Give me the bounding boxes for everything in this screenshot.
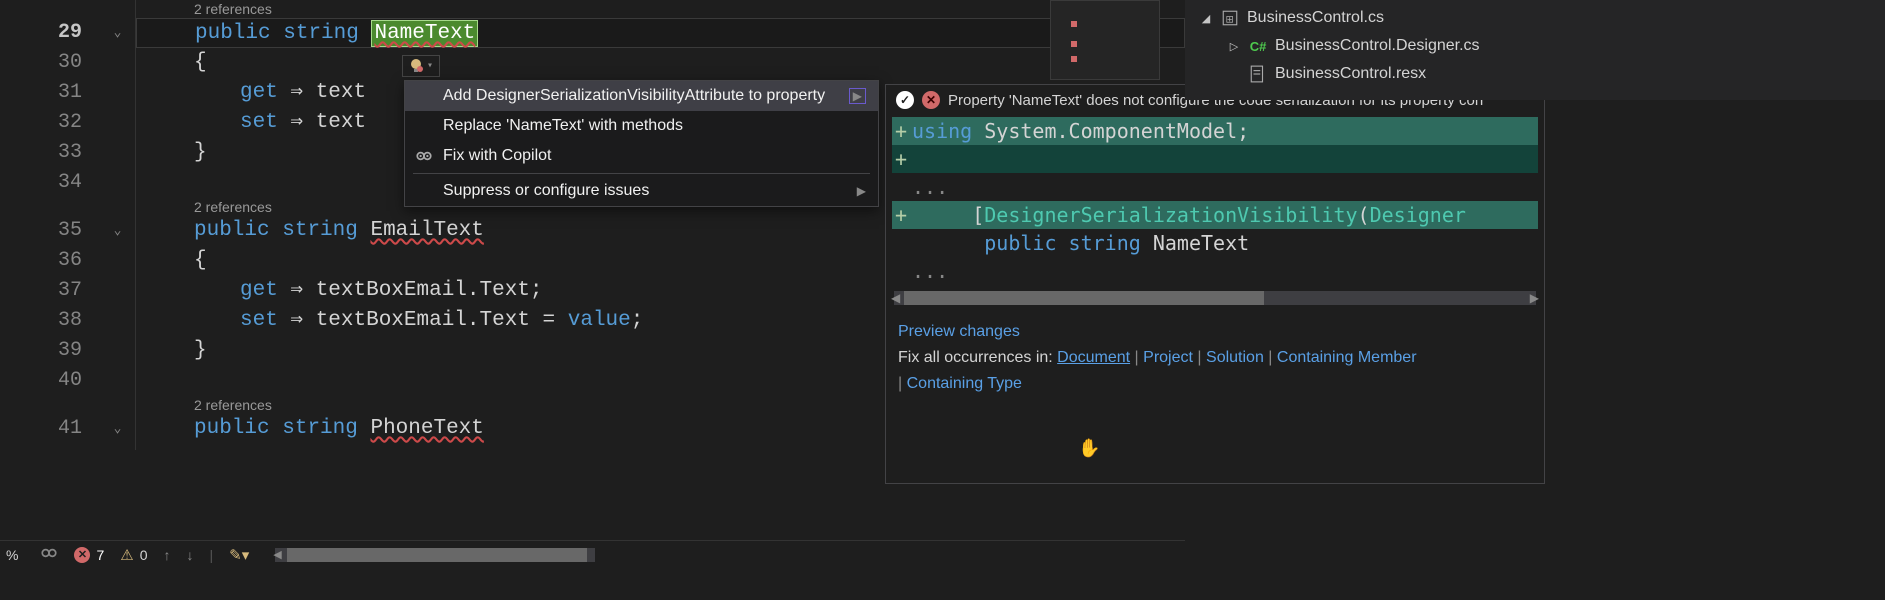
- csharp-file-icon: ⊞: [1221, 9, 1239, 27]
- resx-file-icon: [1249, 65, 1267, 83]
- line-number: 35: [0, 216, 82, 246]
- codelens[interactable]: 2 references: [136, 0, 1185, 18]
- reject-icon[interactable]: ✕: [922, 91, 940, 109]
- solution-item-label: BusinessControl.resx: [1275, 65, 1426, 83]
- line-number: 30: [0, 48, 82, 78]
- editor-horizontal-scrollbar[interactable]: ◀: [275, 548, 595, 562]
- menu-item-add-attribute[interactable]: Add DesignerSerializationVisibilityAttri…: [405, 81, 878, 111]
- preview-horizontal-scrollbar[interactable]: ◀▶: [894, 291, 1536, 305]
- fold-chevron-icon[interactable]: ⌄: [100, 18, 135, 48]
- submenu-arrow-icon: ▶: [849, 88, 866, 104]
- warning-icon: ⚠: [120, 546, 133, 564]
- error-count[interactable]: ✕ 7: [74, 547, 104, 563]
- minimap[interactable]: [1050, 0, 1160, 80]
- quick-actions-menu: Add DesignerSerializationVisibilityAttri…: [404, 80, 879, 207]
- code-cleanup-button[interactable]: ✎▾: [229, 546, 249, 564]
- fix-project-link[interactable]: Project: [1143, 349, 1193, 366]
- solution-item-businesscontrol-cs[interactable]: ◢ ⊞ BusinessControl.cs: [1185, 4, 1885, 32]
- code-line[interactable]: {: [136, 48, 1185, 78]
- copilot-icon: [415, 147, 433, 165]
- line-gutter: 29 30 31 32 33 34 35 36 37 38 39 40 41: [0, 0, 100, 450]
- fix-member-link[interactable]: Containing Member: [1277, 349, 1417, 366]
- code-line[interactable]: public string NameText: [136, 18, 1185, 48]
- solution-item-label: BusinessControl.cs: [1247, 9, 1384, 27]
- warning-count[interactable]: ⚠ 0: [120, 546, 147, 564]
- solution-explorer[interactable]: ◢ ⊞ BusinessControl.cs ▷ C# BusinessCont…: [1185, 0, 1885, 100]
- fix-type-link[interactable]: Containing Type: [907, 375, 1022, 392]
- line-number: 33: [0, 138, 82, 168]
- svg-text:⊞: ⊞: [1226, 15, 1234, 26]
- copilot-status-icon[interactable]: [40, 544, 58, 565]
- solution-item-resx[interactable]: BusinessControl.resx: [1185, 60, 1885, 88]
- accept-icon[interactable]: ✓: [896, 91, 914, 109]
- error-icon: ✕: [74, 547, 90, 563]
- menu-separator: [413, 173, 870, 174]
- fold-chevron-icon[interactable]: ⌄: [100, 414, 135, 444]
- line-number: 34: [0, 168, 82, 198]
- csharp-file-icon: C#: [1249, 37, 1267, 55]
- line-number: 32: [0, 108, 82, 138]
- fix-preview-pane: ✓ ✕ Property 'NameText' does not configu…: [885, 84, 1545, 484]
- lightbulb-button[interactable]: ▾: [402, 55, 440, 77]
- next-issue-button[interactable]: ↓: [187, 547, 194, 563]
- line-number: 37: [0, 276, 82, 306]
- line-number: 39: [0, 336, 82, 366]
- expand-icon[interactable]: ▷: [1227, 40, 1241, 53]
- property-nametext[interactable]: NameText: [371, 20, 478, 47]
- menu-item-label: Fix with Copilot: [443, 147, 551, 165]
- preview-actions: Preview changes Fix all occurrences in: …: [886, 315, 1544, 407]
- line-number: 40: [0, 366, 82, 396]
- line-number: 31: [0, 78, 82, 108]
- menu-item-label: Replace 'NameText' with methods: [443, 117, 683, 135]
- menu-item-label: Suppress or configure issues: [443, 182, 649, 200]
- zoom-indicator[interactable]: %: [6, 547, 18, 563]
- prev-issue-button[interactable]: ↑: [164, 547, 171, 563]
- line-number: 41: [0, 414, 82, 444]
- collapse-icon[interactable]: ◢: [1199, 12, 1213, 25]
- editor-status-bar: % ✕ 7 ⚠ 0 ↑ ↓ | ✎▾ ◀: [0, 540, 1185, 568]
- line-number: 36: [0, 246, 82, 276]
- fix-solution-link[interactable]: Solution: [1206, 349, 1264, 366]
- fix-document-link[interactable]: Document: [1057, 349, 1130, 366]
- solution-item-designer-cs[interactable]: ▷ C# BusinessControl.Designer.cs: [1185, 32, 1885, 60]
- fold-column: ⌄ ⌄ ⌄: [100, 0, 135, 450]
- preview-diff: +using System.ComponentModel; + ... + [D…: [892, 117, 1538, 285]
- menu-item-fix-copilot[interactable]: Fix with Copilot: [405, 141, 878, 171]
- menu-item-label: Add DesignerSerializationVisibilityAttri…: [443, 87, 825, 105]
- submenu-arrow-icon: ▶: [857, 184, 866, 198]
- line-number: 38: [0, 306, 82, 336]
- fold-chevron-icon[interactable]: ⌄: [100, 216, 135, 246]
- fix-all-label: Fix all occurrences in:: [898, 349, 1057, 366]
- line-number: 29: [0, 18, 82, 48]
- menu-item-replace-methods[interactable]: Replace 'NameText' with methods: [405, 111, 878, 141]
- preview-changes-link[interactable]: Preview changes: [898, 323, 1020, 340]
- solution-item-label: BusinessControl.Designer.cs: [1275, 37, 1480, 55]
- menu-item-suppress[interactable]: Suppress or configure issues ▶: [405, 176, 878, 206]
